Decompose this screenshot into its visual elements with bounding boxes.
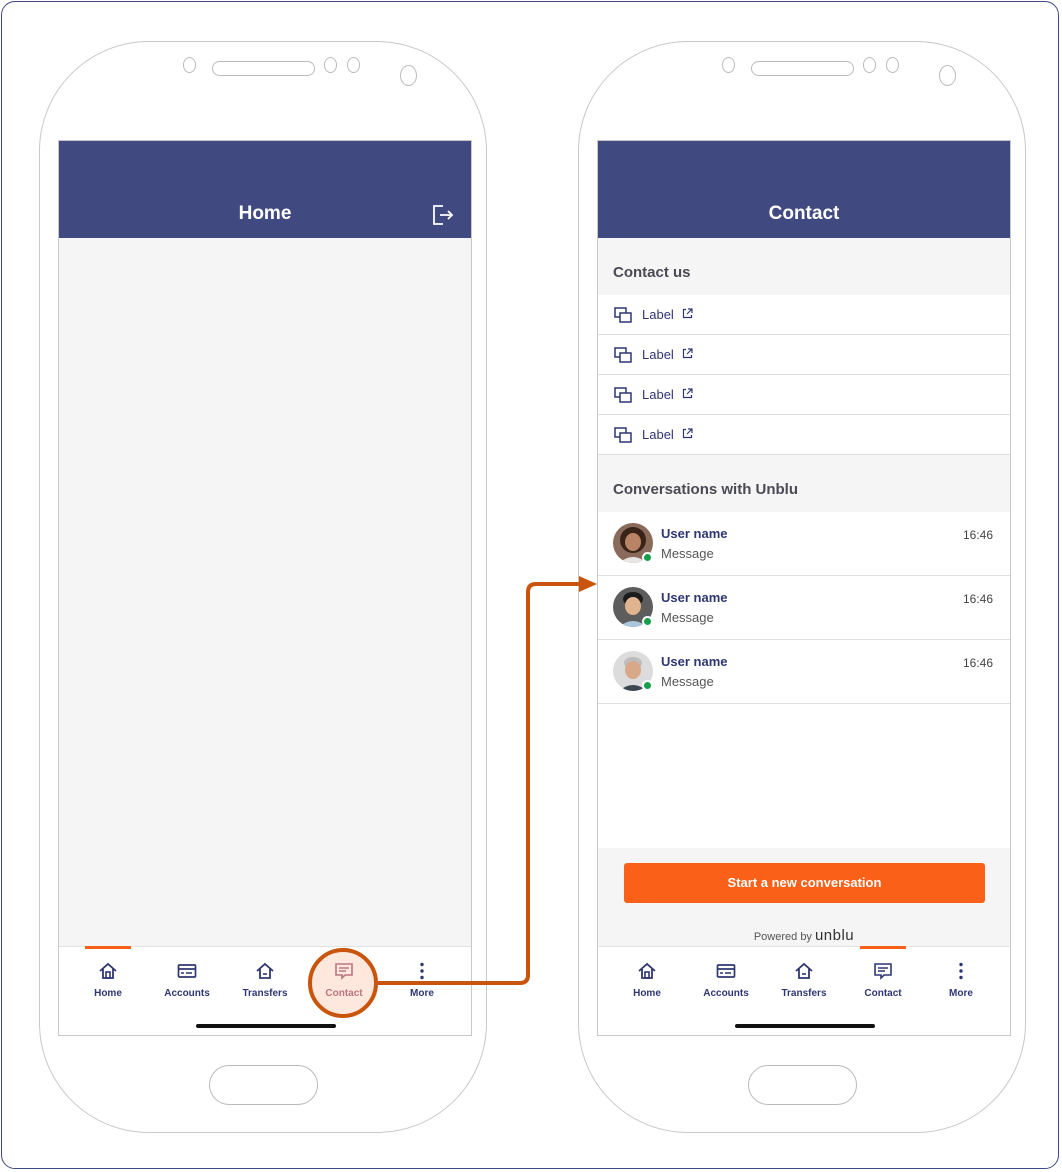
flow-arrow-line [378, 582, 582, 985]
contact-tab-highlight [308, 948, 378, 1018]
arrow-head-icon [579, 576, 597, 592]
flow-connector [308, 576, 597, 1018]
